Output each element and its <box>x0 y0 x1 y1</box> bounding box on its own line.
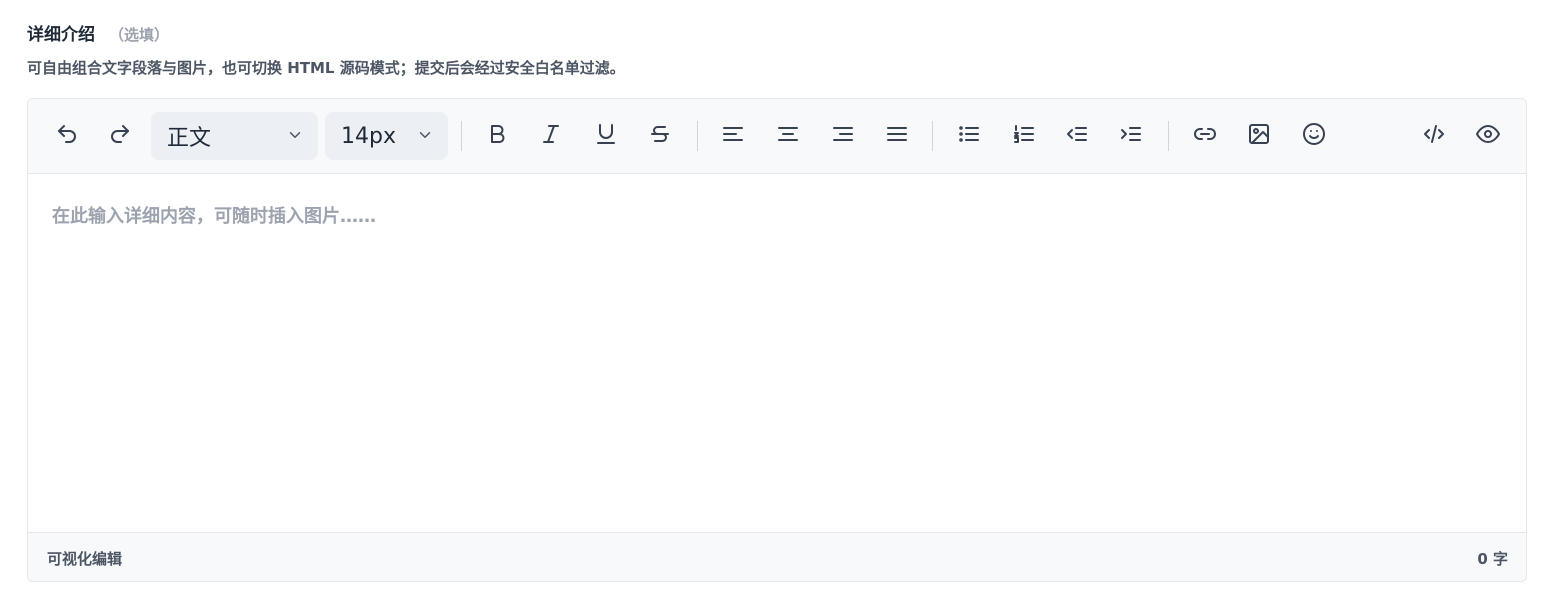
align-right-icon <box>831 122 855 150</box>
code-icon <box>1422 122 1446 150</box>
field-label: 详细介绍 <box>27 25 95 45</box>
field-hint: 可自由组合文字段落与图片，也可切换 HTML 源码模式；提交后会经过安全白名单过… <box>27 59 625 77</box>
font-size-select[interactable]: 14px <box>325 112 448 160</box>
indent-icon <box>1119 122 1143 150</box>
align-justify-button[interactable] <box>878 117 916 155</box>
rich-text-editor: 正文 14px 在此输入详细内容，可随时插入图片…… 可视化编辑 0 字 <box>27 98 1527 582</box>
align-justify-icon <box>885 122 909 150</box>
align-left-button[interactable] <box>714 117 752 155</box>
strikethrough-icon <box>648 122 672 150</box>
align-right-button[interactable] <box>824 117 862 155</box>
undo-icon <box>55 122 79 150</box>
chevron-down-icon <box>286 126 304 144</box>
preview-button[interactable] <box>1469 117 1507 155</box>
align-left-icon <box>721 122 745 150</box>
numbered-list-button[interactable] <box>1005 117 1043 155</box>
optional-tag: （选填） <box>109 26 170 44</box>
redo-button[interactable] <box>101 117 139 155</box>
toolbar-divider <box>461 121 462 151</box>
underline-icon <box>594 122 618 150</box>
numbered-list-icon <box>1012 122 1036 150</box>
editor-placeholder: 在此输入详细内容，可随时插入图片…… <box>52 206 376 227</box>
chevron-down-icon <box>416 126 434 144</box>
link-button[interactable] <box>1186 117 1224 155</box>
italic-icon <box>539 122 563 150</box>
emoji-icon <box>1302 122 1326 150</box>
align-center-button[interactable] <box>769 117 807 155</box>
toolbar-divider <box>932 121 933 151</box>
source-code-button[interactable] <box>1415 117 1453 155</box>
editor-footer: 可视化编辑 0 字 <box>28 532 1526 581</box>
bold-button[interactable] <box>478 117 516 155</box>
italic-button[interactable] <box>532 117 570 155</box>
undo-button[interactable] <box>48 117 86 155</box>
preview-icon <box>1476 122 1500 150</box>
font-size-value: 14px <box>341 123 396 149</box>
editor-mode-label: 可视化编辑 <box>47 550 123 568</box>
image-button[interactable] <box>1240 117 1278 155</box>
toolbar-divider <box>1168 121 1169 151</box>
align-center-icon <box>776 122 800 150</box>
emoji-button[interactable] <box>1295 117 1333 155</box>
indent-button[interactable] <box>1112 117 1150 155</box>
block-format-select[interactable]: 正文 <box>151 112 318 160</box>
link-icon <box>1193 122 1217 150</box>
bullet-list-icon <box>957 122 981 150</box>
redo-icon <box>108 122 132 150</box>
editor-toolbar: 正文 14px <box>28 99 1526 174</box>
strikethrough-button[interactable] <box>641 117 679 155</box>
toolbar-divider <box>697 121 698 151</box>
underline-button[interactable] <box>587 117 625 155</box>
bold-icon <box>485 122 509 150</box>
outdent-button[interactable] <box>1058 117 1096 155</box>
word-count: 0 字 <box>1477 550 1508 568</box>
block-format-value: 正文 <box>167 126 212 151</box>
outdent-icon <box>1065 122 1089 150</box>
field-label-row: 详细介绍 （选填） <box>27 20 169 45</box>
image-icon <box>1247 122 1271 150</box>
bullet-list-button[interactable] <box>950 117 988 155</box>
editor-content-area[interactable]: 在此输入详细内容，可随时插入图片…… <box>28 174 1526 533</box>
